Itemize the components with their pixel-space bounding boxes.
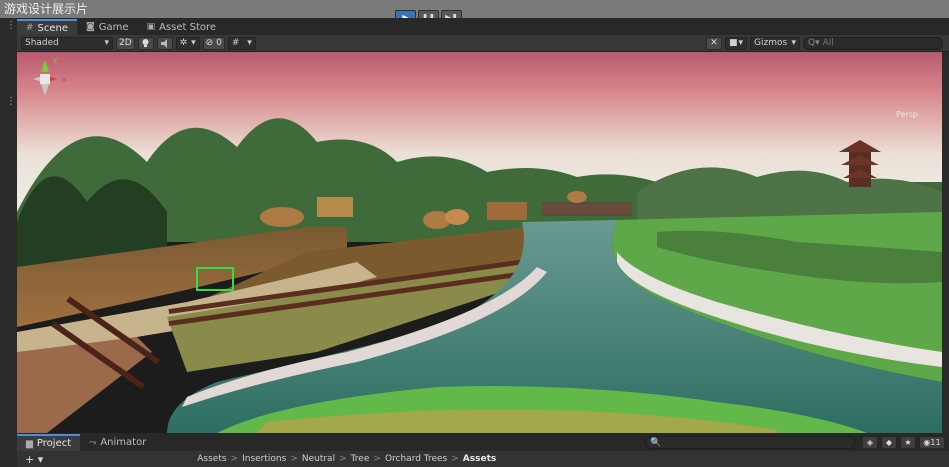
breadcrumb-item[interactable]: Insertions	[242, 454, 286, 464]
tab-scene[interactable]: # Scene	[17, 19, 78, 35]
scene-viewport[interactable]: y x Persp	[17, 52, 942, 433]
chevron-right-icon: >	[230, 454, 239, 464]
distant-bridge	[542, 204, 632, 214]
chevron-right-icon: >	[451, 454, 459, 464]
project-search-field[interactable]: 🔍	[645, 436, 855, 449]
hidden-count: 0	[216, 38, 222, 48]
scene-tab-bar: # Scene ◙ Game ▣ Asset Store	[17, 18, 949, 35]
search-icon: 🔍	[650, 437, 662, 448]
tab-label: Game	[98, 21, 129, 33]
tab-label: Asset Store	[159, 21, 217, 33]
scene-search-input[interactable]	[822, 38, 933, 48]
gizmos-label: Gizmos	[754, 38, 788, 48]
chevron-right-icon: >	[339, 454, 347, 464]
grid-dropdown[interactable]: # ▾	[227, 36, 256, 50]
effects-icon: ✲	[179, 38, 188, 48]
hash-icon: #	[26, 23, 34, 33]
tab-label: Project	[36, 438, 72, 449]
layers-count-button[interactable]: ◉ 11	[919, 436, 945, 449]
chevron-down-icon: ▾	[104, 38, 109, 48]
filter-label-icon[interactable]: ◆	[881, 436, 897, 449]
breadcrumb-item[interactable]: Neutral	[302, 454, 335, 464]
project-tab-bar: ▆ Project ⤳ Animator 🔍 ◈ ◆ ★ ◉ 11	[17, 433, 949, 451]
gamepad-icon: ◙	[86, 22, 95, 32]
add-asset-button[interactable]: + ▾	[25, 453, 43, 466]
tab-asset-store[interactable]: ▣ Asset Store	[138, 19, 225, 35]
svg-text:y: y	[53, 56, 57, 64]
svg-text:x: x	[62, 76, 66, 84]
orientation-gizmo[interactable]: y x	[17, 52, 73, 106]
scene-render	[17, 52, 942, 433]
projection-label[interactable]: Persp	[896, 110, 918, 119]
breadcrumb-item[interactable]: Orchard Trees	[385, 454, 447, 464]
draw-mode-value: Shaded	[25, 38, 59, 48]
grid-icon: #	[231, 38, 240, 48]
scene-search-field[interactable]: Q▾	[803, 36, 943, 50]
mode-2d-button[interactable]: 2D	[116, 36, 135, 50]
draw-mode-dropdown[interactable]: Shaded ▾	[21, 36, 113, 50]
store-bag-icon: ▣	[146, 22, 156, 32]
chevron-right-icon: >	[290, 454, 298, 464]
effects-dropdown[interactable]: ✲ ▾	[175, 36, 200, 50]
tools-icon[interactable]: ✕	[706, 36, 722, 50]
left-panel-gutter: ⋮ ⋮	[0, 18, 17, 467]
tab-label: Animator	[100, 437, 147, 448]
tab-label: Scene	[37, 22, 69, 34]
eye-slash-icon: ⊘	[205, 38, 214, 48]
panel-menu-icon[interactable]: ⋮	[6, 96, 16, 107]
breadcrumb: + ▾ Assets > Insertions > Neutral > Tree…	[17, 451, 949, 467]
chevron-down-icon: ▾	[191, 38, 196, 48]
chevron-right-icon: >	[373, 454, 381, 464]
project-toolbar-right: 🔍 ◈ ◆ ★ ◉ 11	[645, 436, 945, 449]
camera-dropdown[interactable]: ■ ▾	[725, 36, 747, 50]
breadcrumb-item-current[interactable]: Assets	[463, 454, 496, 464]
search-icon: Q▾	[808, 38, 820, 48]
chevron-down-icon: ▾	[738, 38, 743, 48]
animator-icon: ⤳	[89, 437, 97, 448]
chevron-down-icon: ▾	[791, 38, 796, 48]
tab-game[interactable]: ◙ Game	[77, 19, 138, 35]
lightbulb-icon[interactable]	[137, 36, 154, 50]
folder-icon: ▆	[26, 438, 33, 449]
eye-icon: ◉	[923, 438, 931, 447]
breadcrumb-item[interactable]: Assets	[197, 454, 226, 464]
camera-icon: ■	[729, 38, 738, 48]
right-gutter	[942, 52, 949, 433]
tab-project[interactable]: ▆ Project	[17, 434, 81, 451]
gizmos-dropdown[interactable]: Gizmos ▾	[750, 36, 800, 50]
panel-menu-icon[interactable]: ⋮	[6, 20, 16, 31]
layers-count: 11	[930, 438, 941, 447]
scene-toolbar: Shaded ▾ 2D ✲ ▾ ⊘ 0 # ▾ ✕ ■ ▾ Gizmos ▾ Q▾	[17, 35, 949, 52]
favorite-star-icon[interactable]: ★	[900, 436, 916, 449]
filter-type-icon[interactable]: ◈	[862, 436, 878, 449]
speaker-icon[interactable]	[156, 36, 173, 50]
breadcrumb-item[interactable]: Tree	[351, 454, 370, 464]
chevron-down-icon: ▾	[247, 38, 252, 48]
tab-animator[interactable]: ⤳ Animator	[80, 434, 155, 451]
window-title: 游戏设计展示片	[0, 0, 949, 18]
hidden-objects-toggle[interactable]: ⊘ 0	[202, 36, 225, 50]
